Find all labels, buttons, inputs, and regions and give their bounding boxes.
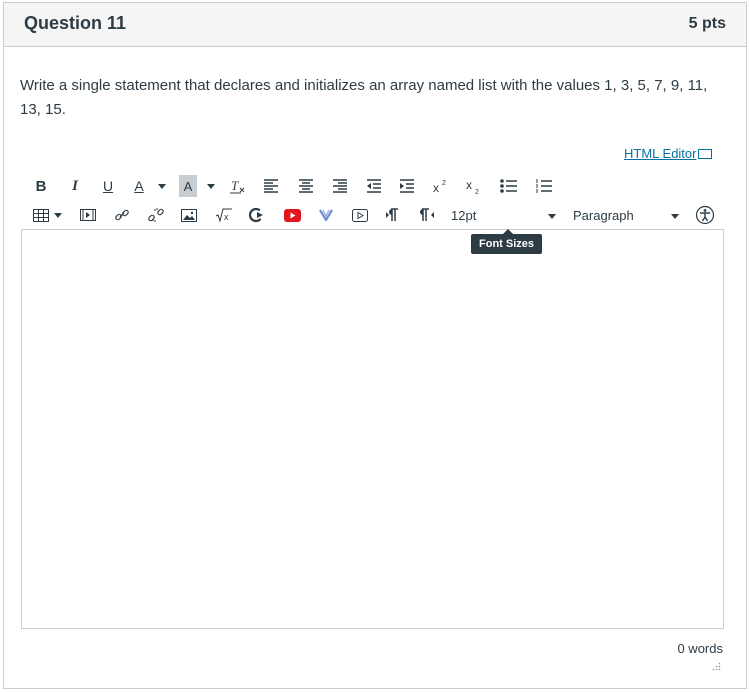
underline-button[interactable]: U xyxy=(101,175,115,197)
svg-text:x: x xyxy=(433,181,439,194)
superscript-icon[interactable]: x2 xyxy=(432,175,450,197)
table-dropdown-icon[interactable] xyxy=(54,213,62,218)
text-color-label: A xyxy=(134,178,144,194)
rtl-direction-icon[interactable] xyxy=(418,204,436,226)
unlink-icon[interactable] xyxy=(146,204,166,226)
paragraph-format-select[interactable]: Paragraph xyxy=(573,205,685,227)
paragraph-format-value: Paragraph xyxy=(573,208,634,223)
ltr-direction-icon[interactable] xyxy=(384,204,402,226)
clear-formatting-icon[interactable]: T xyxy=(228,175,246,197)
paragraph-format-dropdown-icon xyxy=(671,214,679,219)
font-size-dropdown-icon xyxy=(548,214,556,219)
link-icon[interactable] xyxy=(113,204,131,226)
question-points: 5 pts xyxy=(688,15,726,32)
embed-media-icon[interactable] xyxy=(351,204,369,226)
image-icon[interactable] xyxy=(180,204,198,226)
align-left-icon[interactable] xyxy=(262,175,280,197)
font-size-value: 12pt xyxy=(451,208,477,223)
svg-text:2: 2 xyxy=(442,180,446,187)
svg-text:T: T xyxy=(231,178,239,193)
background-color-dropdown-icon[interactable] xyxy=(207,184,215,189)
background-color-button[interactable]: A xyxy=(179,175,197,197)
align-right-icon[interactable] xyxy=(331,175,349,197)
align-center-icon[interactable] xyxy=(297,175,315,197)
text-color-dropdown-icon[interactable] xyxy=(158,184,166,189)
italic-button[interactable]: I xyxy=(68,175,82,197)
rich-text-editor-area[interactable] xyxy=(21,229,724,629)
indent-icon[interactable] xyxy=(398,175,416,197)
keyboard-icon xyxy=(698,149,713,159)
question-title: Question 11 xyxy=(24,13,127,33)
table-icon[interactable] xyxy=(32,204,50,226)
underline-label: U xyxy=(102,178,114,194)
vimeo-icon[interactable] xyxy=(317,204,335,226)
word-count: 0 words xyxy=(677,641,723,656)
bold-button[interactable]: B xyxy=(34,175,48,197)
html-editor-link[interactable]: HTML Editor xyxy=(624,146,713,161)
numbered-list-icon[interactable] xyxy=(535,175,553,197)
font-sizes-tooltip: Font Sizes xyxy=(471,229,543,254)
svg-text:x: x xyxy=(224,212,229,222)
question-text: Write a single statement that declares a… xyxy=(20,77,708,118)
html-editor-label: HTML Editor xyxy=(624,146,697,161)
equation-icon[interactable]: x xyxy=(214,204,234,226)
outdent-icon[interactable] xyxy=(365,175,383,197)
svg-text:x: x xyxy=(466,178,472,192)
media-icon[interactable] xyxy=(79,204,97,226)
lti-tool-icon[interactable] xyxy=(248,204,266,226)
background-color-label: A xyxy=(183,178,193,194)
question-header: Question 11 5 pts xyxy=(4,3,746,47)
resize-handle-icon[interactable] xyxy=(712,658,721,671)
bullet-list-icon[interactable] xyxy=(500,175,518,197)
accessibility-checker-icon[interactable] xyxy=(694,204,716,226)
text-color-button[interactable]: A xyxy=(131,175,147,197)
youtube-icon[interactable] xyxy=(283,204,301,226)
font-size-select[interactable]: 12pt xyxy=(451,205,561,227)
italic-label: I xyxy=(72,177,78,194)
svg-text:2: 2 xyxy=(475,189,479,194)
subscript-icon[interactable]: x2 xyxy=(465,175,483,197)
bold-label: B xyxy=(35,177,47,195)
